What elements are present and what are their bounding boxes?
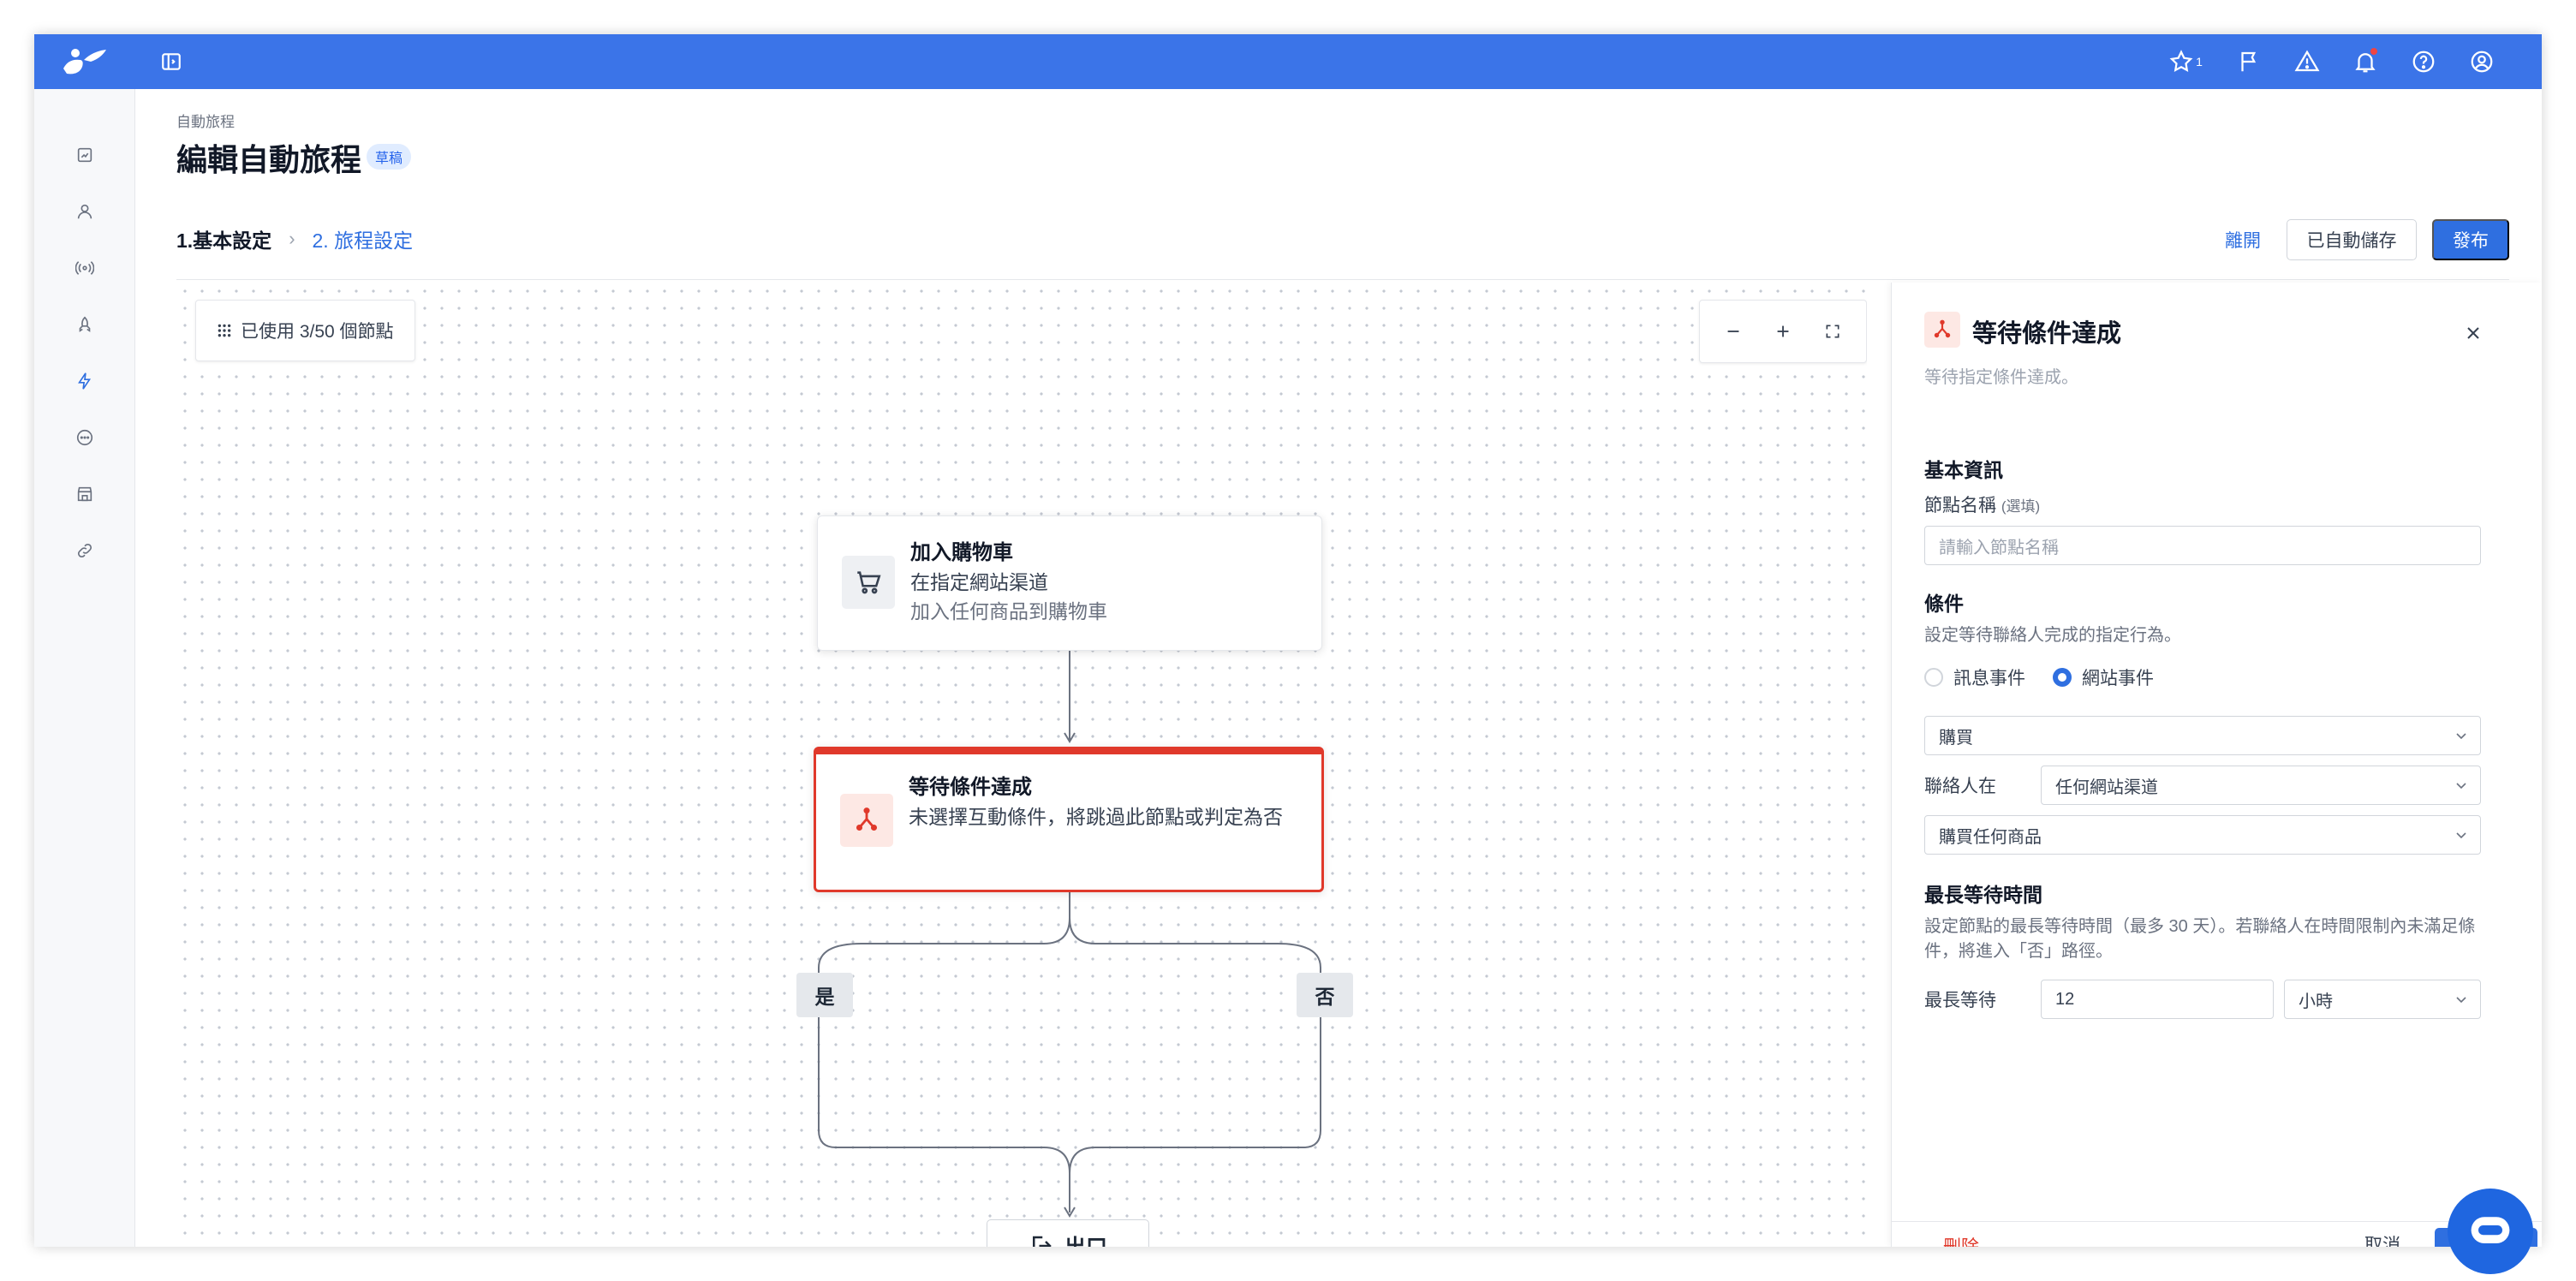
leave-button[interactable]: 離開 [2215,219,2271,260]
rocket-icon[interactable] [70,310,99,339]
radio-website-event[interactable]: 網站事件 [2053,664,2154,690]
radio-label: 訊息事件 [1953,669,2025,688]
select-value: 購買任何商品 [1939,827,2042,847]
select-value: 購買 [1939,728,1973,748]
condition-heading: 條件 [1924,593,1964,615]
node-usage-indicator: 已使用 3/50 個節點 [195,300,415,361]
contact-in-label: 聯絡人在 [1924,777,1996,796]
max-wait-input[interactable]: 12 [2041,980,2274,1019]
step-indicator: 1.基本設定 › 2. 旅程設定 [176,224,413,253]
app-window: 1 自動旅程 編輯自動旅程 草稿 1.基本設定 › 2. 旅程設定 離開 已自動… [34,34,2542,1247]
flag-icon[interactable] [2232,45,2266,79]
sidebar [34,89,135,1247]
fit-view-icon[interactable] [1814,313,1852,350]
select-value: 任何網站渠道 [2055,778,2158,797]
star-icon[interactable]: 1 [2163,45,2208,79]
node-title: 加入購物車 [910,541,1013,564]
radio-indicator[interactable] [2053,668,2072,687]
dashboard-icon[interactable] [70,140,99,170]
zoom-out-icon[interactable] [1714,313,1752,350]
event-type-radio-group: 訊息事件 網站事件 [1924,664,2154,690]
store-icon[interactable] [70,480,99,509]
event-select[interactable]: 購買 [1924,716,2481,755]
basic-info-heading: 基本資訊 [1924,459,2003,481]
chevron-down-icon [2456,832,2466,839]
radio-indicator[interactable] [1924,668,1943,687]
node-detail: 在指定網站渠道 [910,571,1048,593]
close-icon[interactable] [2460,320,2486,346]
panel-title: 等待條件達成 [1972,320,2122,348]
node-settings-panel: 等待條件達成 等待指定條件達成。 基本資訊 節點名稱 (選填) 請輸入節點名稱 … [1891,283,2542,1247]
autosaved-button[interactable]: 已自動儲存 [2287,219,2417,260]
node-name-input[interactable]: 請輸入節點名稱 [1924,526,2481,565]
node-name-label: 節點名稱 (選填) [1924,492,2040,517]
node-count-label: 已使用 3/50 個節點 [241,322,394,342]
warning-icon[interactable] [2290,45,2324,79]
status-badge: 草稿 [367,144,412,170]
radio-message-event[interactable]: 訊息事件 [1924,664,2025,690]
contacts-icon[interactable] [70,197,99,226]
chevron-down-icon [2456,733,2466,740]
node-title: 等待條件達成 [909,776,1032,799]
branch-yes-label[interactable]: 是 [796,973,853,1017]
page-title: 編輯自動旅程 [176,142,362,177]
bell-icon[interactable] [2348,45,2382,79]
help-icon[interactable] [2406,45,2441,79]
max-wait-heading: 最長等待時間 [1924,884,2042,906]
chevron-down-icon [2456,997,2466,1004]
channel-select[interactable]: 任何網站渠道 [2041,766,2481,805]
top-bar: 1 [34,34,2542,89]
zoom-in-icon[interactable] [1764,313,1802,350]
integration-icon[interactable] [70,536,99,565]
publish-button[interactable]: 發布 [2432,219,2509,260]
split-icon [840,794,893,847]
node-detail: 加入任何商品到購物車 [910,600,1107,623]
notification-dot [2370,48,2377,55]
chevron-down-icon [2456,783,2466,789]
chat-icon[interactable] [70,423,99,452]
grid-icon [218,324,231,337]
wait-condition-node[interactable]: 等待條件達成 未選擇互動條件，將跳過此節點或判定為否 [814,747,1324,892]
optional-hint: (選填) [2001,498,2041,515]
max-wait-description: 設定節點的最長等待時間（最多 30 天）。若聯絡人在時間限制內未滿足條件，將進入… [1924,917,2476,961]
automation-icon[interactable] [70,366,99,396]
condition-description: 設定等待聯絡人完成的指定行為。 [1924,626,2181,645]
cart-icon [842,556,895,609]
user-icon[interactable] [2465,45,2499,79]
header-divider [176,279,2509,280]
trigger-node-add-to-cart[interactable]: 加入購物車 在指定網站渠道 加入任何商品到購物車 [817,515,1322,651]
app-logo[interactable] [58,43,110,80]
step-basic-settings[interactable]: 1.基本設定 [176,224,271,253]
zoom-controls [1699,300,1867,363]
branch-no-label[interactable]: 否 [1297,973,1353,1017]
delete-button[interactable]: 刪除 [1943,1233,1979,1247]
chat-bubble-icon [2471,1217,2510,1243]
step-separator: › [289,228,295,249]
exit-icon [1032,1236,1052,1247]
step-journey-settings[interactable]: 2. 旅程設定 [313,224,414,253]
node-detail: 未選擇互動條件，將跳過此節點或判定為否 [909,806,1283,828]
sidebar-toggle-icon[interactable] [158,48,185,75]
product-select[interactable]: 購買任何商品 [1924,815,2481,855]
journey-canvas[interactable]: 已使用 3/50 個節點 加入購物車 在指定網站渠道 加入任何商品到購物車 等待… [176,283,1867,1247]
node-name-label-text: 節點名稱 [1924,496,1996,515]
chat-widget-button[interactable] [2448,1189,2533,1274]
exit-label: 出口 [1064,1230,1107,1247]
split-icon [1924,312,1960,348]
select-value: 小時 [2299,992,2333,1011]
broadcast-icon[interactable] [70,253,99,283]
radio-label: 網站事件 [2082,669,2154,688]
breadcrumb[interactable]: 自動旅程 [176,110,235,131]
star-count: 1 [2196,55,2203,69]
exit-node[interactable]: 出口 [987,1219,1149,1247]
panel-description: 等待指定條件達成。 [1924,368,2078,387]
max-wait-label: 最長等待 [1924,991,1996,1010]
wait-unit-select[interactable]: 小時 [2284,980,2481,1019]
top-icon-group: 1 [2163,45,2499,79]
